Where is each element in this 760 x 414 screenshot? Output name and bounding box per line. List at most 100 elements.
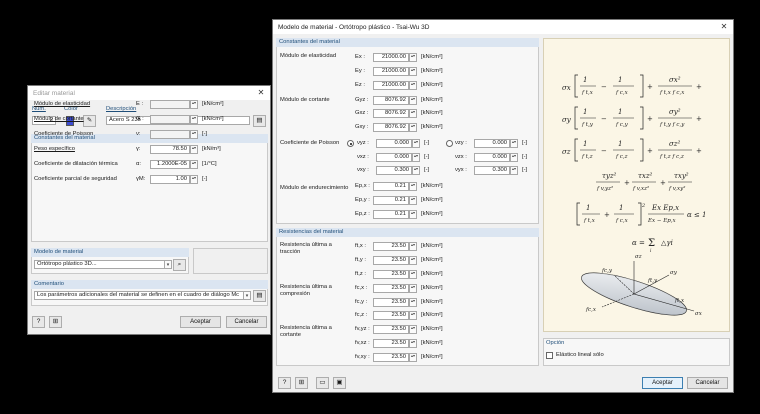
property-field[interactable]: 0.000 bbox=[474, 139, 510, 148]
constant-field[interactable]: 1.00 bbox=[150, 175, 190, 184]
spinner-icon[interactable]: ▴▾ bbox=[190, 175, 198, 184]
model-edit-icon[interactable]: ⌕ bbox=[173, 259, 186, 271]
accept-button[interactable]: Aceptar bbox=[642, 377, 683, 389]
color-picker-icon[interactable]: ✎ bbox=[83, 115, 96, 127]
property-field[interactable]: 23.50 bbox=[373, 256, 409, 265]
spinner-icon[interactable]: ▴▾ bbox=[510, 153, 518, 162]
chevron-down-icon[interactable]: ▾ bbox=[244, 291, 251, 300]
svg-text:f t,y: f t,y bbox=[581, 122, 594, 128]
spinner-icon[interactable]: ▴▾ bbox=[409, 96, 417, 105]
spinner-icon[interactable]: ▴▾ bbox=[409, 270, 417, 279]
poisson-radio-right[interactable] bbox=[446, 140, 453, 147]
poisson-radio-left[interactable] bbox=[347, 140, 354, 147]
chevron-down-icon[interactable]: ▾ bbox=[165, 260, 172, 269]
property-field[interactable]: 23.50 bbox=[373, 298, 409, 307]
open-icon[interactable]: ▭ bbox=[316, 377, 329, 389]
property-field[interactable]: 0.000 bbox=[376, 139, 412, 148]
close-icon[interactable]: ✕ bbox=[719, 22, 729, 32]
spinner-icon[interactable]: ▴▾ bbox=[190, 130, 198, 139]
spinner-icon[interactable]: ▴▾ bbox=[510, 139, 518, 148]
property-field[interactable]: 0.300 bbox=[474, 166, 510, 175]
property-field[interactable]: 0.300 bbox=[376, 166, 412, 175]
property-field[interactable]: 23.50 bbox=[373, 353, 409, 362]
spinner-icon[interactable]: ▴▾ bbox=[409, 67, 417, 76]
help-icon[interactable]: ? bbox=[32, 316, 45, 328]
property-field[interactable]: 0.21 bbox=[373, 196, 409, 205]
spinner-icon[interactable]: ▴▾ bbox=[409, 353, 417, 362]
svg-text:f t,x: f t,x bbox=[581, 90, 594, 96]
comment-field[interactable]: Los parámetros adicionales del material … bbox=[34, 291, 244, 300]
poisson-label: Coeficiente de Poisson bbox=[280, 140, 340, 146]
spinner-icon[interactable]: ▴▾ bbox=[409, 256, 417, 265]
property-field[interactable]: 0.000 bbox=[376, 153, 412, 162]
property-symbol: Ep,x : bbox=[355, 183, 370, 189]
spinner-icon[interactable]: ▴▾ bbox=[190, 100, 198, 109]
constant-field[interactable]: 1.2000E-05 bbox=[150, 160, 190, 169]
spinner-icon[interactable]: ▴▾ bbox=[409, 182, 417, 191]
property-field[interactable]: 23.50 bbox=[373, 339, 409, 348]
svg-text:τxz²: τxz² bbox=[638, 172, 653, 180]
property-field[interactable]: 23.50 bbox=[373, 284, 409, 293]
property-field[interactable]: 21000.00 bbox=[373, 81, 409, 90]
property-field[interactable]: 0.21 bbox=[373, 182, 409, 191]
spinner-icon[interactable]: ▴▾ bbox=[409, 284, 417, 293]
svg-text:f v,yz²: f v,yz² bbox=[596, 185, 613, 192]
property-field[interactable]: 23.50 bbox=[373, 311, 409, 320]
svg-text:1: 1 bbox=[618, 140, 622, 148]
property-field[interactable]: 8076.92 bbox=[373, 109, 409, 118]
constant-field[interactable] bbox=[150, 115, 190, 124]
spinner-icon[interactable]: ▴▾ bbox=[409, 311, 417, 320]
units-icon[interactable]: ⊞ bbox=[49, 316, 62, 328]
spinner-icon[interactable]: ▴▾ bbox=[409, 123, 417, 132]
property-field[interactable]: 21000.00 bbox=[373, 67, 409, 76]
cancel-button[interactable]: Cancelar bbox=[226, 316, 267, 328]
property-symbol: ft,y : bbox=[355, 257, 366, 263]
library-icon[interactable]: ▤ bbox=[253, 115, 266, 127]
comment-library-icon[interactable]: ▤ bbox=[253, 290, 266, 302]
spinner-icon[interactable]: ▴▾ bbox=[409, 339, 417, 348]
spinner-icon[interactable]: ▴▾ bbox=[409, 325, 417, 334]
material-model-select[interactable]: Ortótropo plástico 3D... bbox=[34, 260, 165, 269]
linear-elastic-checkbox[interactable] bbox=[546, 352, 553, 359]
units-icon[interactable]: ⊞ bbox=[295, 377, 308, 389]
property-field[interactable]: 21000.00 bbox=[373, 53, 409, 62]
close-icon[interactable]: ✕ bbox=[256, 88, 266, 98]
spinner-icon[interactable]: ▴▾ bbox=[190, 145, 198, 154]
spinner-icon[interactable]: ▴▾ bbox=[412, 153, 420, 162]
spinner-icon[interactable]: ▴▾ bbox=[409, 109, 417, 118]
property-field[interactable]: 0.21 bbox=[373, 210, 409, 219]
property-symbol: Ey : bbox=[355, 68, 365, 74]
spinner-icon[interactable]: ▴▾ bbox=[412, 166, 420, 175]
svg-text:+: + bbox=[696, 147, 702, 155]
property-field[interactable]: 0.000 bbox=[474, 153, 510, 162]
spinner-icon[interactable]: ▴▾ bbox=[409, 81, 417, 90]
constant-unit: [kN/cm²] bbox=[202, 116, 224, 122]
spinner-icon[interactable]: ▴▾ bbox=[409, 298, 417, 307]
spinner-icon[interactable]: ▴▾ bbox=[409, 242, 417, 251]
property-field[interactable]: 23.50 bbox=[373, 270, 409, 279]
constant-field[interactable] bbox=[150, 100, 190, 109]
spinner-icon[interactable]: ▴▾ bbox=[409, 53, 417, 62]
spinner-icon[interactable]: ▴▾ bbox=[190, 115, 198, 124]
property-field[interactable]: 8076.92 bbox=[373, 96, 409, 105]
spinner-icon[interactable]: ▴▾ bbox=[409, 196, 417, 205]
svg-text:−: − bbox=[601, 115, 607, 123]
property-field[interactable]: 23.50 bbox=[373, 242, 409, 251]
spinner-icon[interactable]: ▴▾ bbox=[409, 210, 417, 219]
model-constants-header: Constantes del material bbox=[276, 38, 539, 47]
constant-field[interactable]: 78.50 bbox=[150, 145, 190, 154]
property-field[interactable]: 23.50 bbox=[373, 325, 409, 334]
property-field[interactable]: 8076.92 bbox=[373, 123, 409, 132]
help-icon[interactable]: ? bbox=[278, 377, 291, 389]
spinner-icon[interactable]: ▴▾ bbox=[190, 160, 198, 169]
description-label: Descripción bbox=[106, 106, 137, 112]
property-unit: [-] bbox=[522, 154, 528, 160]
save-icon[interactable]: ▣ bbox=[333, 377, 346, 389]
spinner-icon[interactable]: ▴▾ bbox=[412, 139, 420, 148]
constant-field[interactable] bbox=[150, 130, 190, 139]
cancel-button[interactable]: Cancelar bbox=[687, 377, 728, 389]
spinner-icon[interactable]: ▴▾ bbox=[510, 166, 518, 175]
accept-button[interactable]: Aceptar bbox=[180, 316, 221, 328]
property-unit: [kN/cm²] bbox=[421, 197, 443, 203]
ftx-label: ft,x bbox=[674, 298, 685, 304]
